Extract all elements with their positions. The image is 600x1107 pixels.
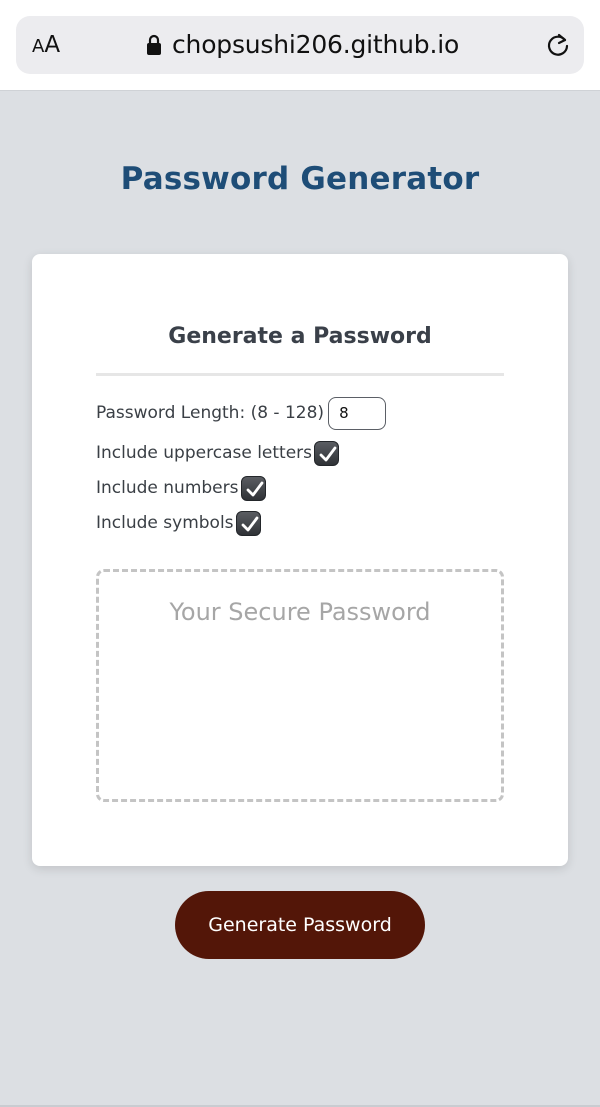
- numbers-row: Include numbers: [96, 471, 266, 505]
- text-size-button[interactable]: AA: [32, 16, 60, 74]
- page-content: Password Generator Generate a Password P…: [0, 91, 600, 1105]
- check-icon: [246, 481, 263, 496]
- lock-icon: [147, 34, 161, 55]
- numbers-label: Include numbers: [96, 478, 239, 498]
- text-size-big-glyph: A: [44, 32, 61, 58]
- generate-password-button[interactable]: Generate Password: [175, 891, 425, 959]
- password-output[interactable]: [99, 572, 501, 799]
- card-divider: [96, 373, 504, 376]
- url-field[interactable]: AA chopsushi206.github.io: [16, 16, 584, 74]
- check-icon: [319, 446, 337, 461]
- length-row: Password Length: (8 - 128): [96, 396, 387, 430]
- browser-address-bar: AA chopsushi206.github.io: [0, 0, 600, 91]
- generator-card: Generate a Password Password Length: (8 …: [32, 254, 568, 866]
- password-output-box: [96, 569, 504, 802]
- numbers-checkbox[interactable]: [240, 475, 266, 501]
- check-icon: [241, 516, 258, 531]
- page-title: Password Generator: [120, 161, 480, 197]
- url-text: chopsushi206.github.io: [172, 30, 460, 59]
- symbols-checkbox[interactable]: [235, 510, 261, 536]
- uppercase-label: Include uppercase letters: [96, 443, 313, 463]
- length-label: Password Length: (8 - 128): [96, 403, 325, 423]
- text-size-small-glyph: A: [32, 36, 45, 57]
- reload-icon[interactable]: [544, 31, 572, 59]
- card-title: Generate a Password: [168, 324, 432, 349]
- length-input[interactable]: [328, 396, 387, 430]
- uppercase-row: Include uppercase letters: [96, 436, 340, 470]
- symbols-row: Include symbols: [96, 506, 261, 540]
- uppercase-checkbox[interactable]: [314, 440, 340, 466]
- symbols-label: Include symbols: [96, 513, 234, 533]
